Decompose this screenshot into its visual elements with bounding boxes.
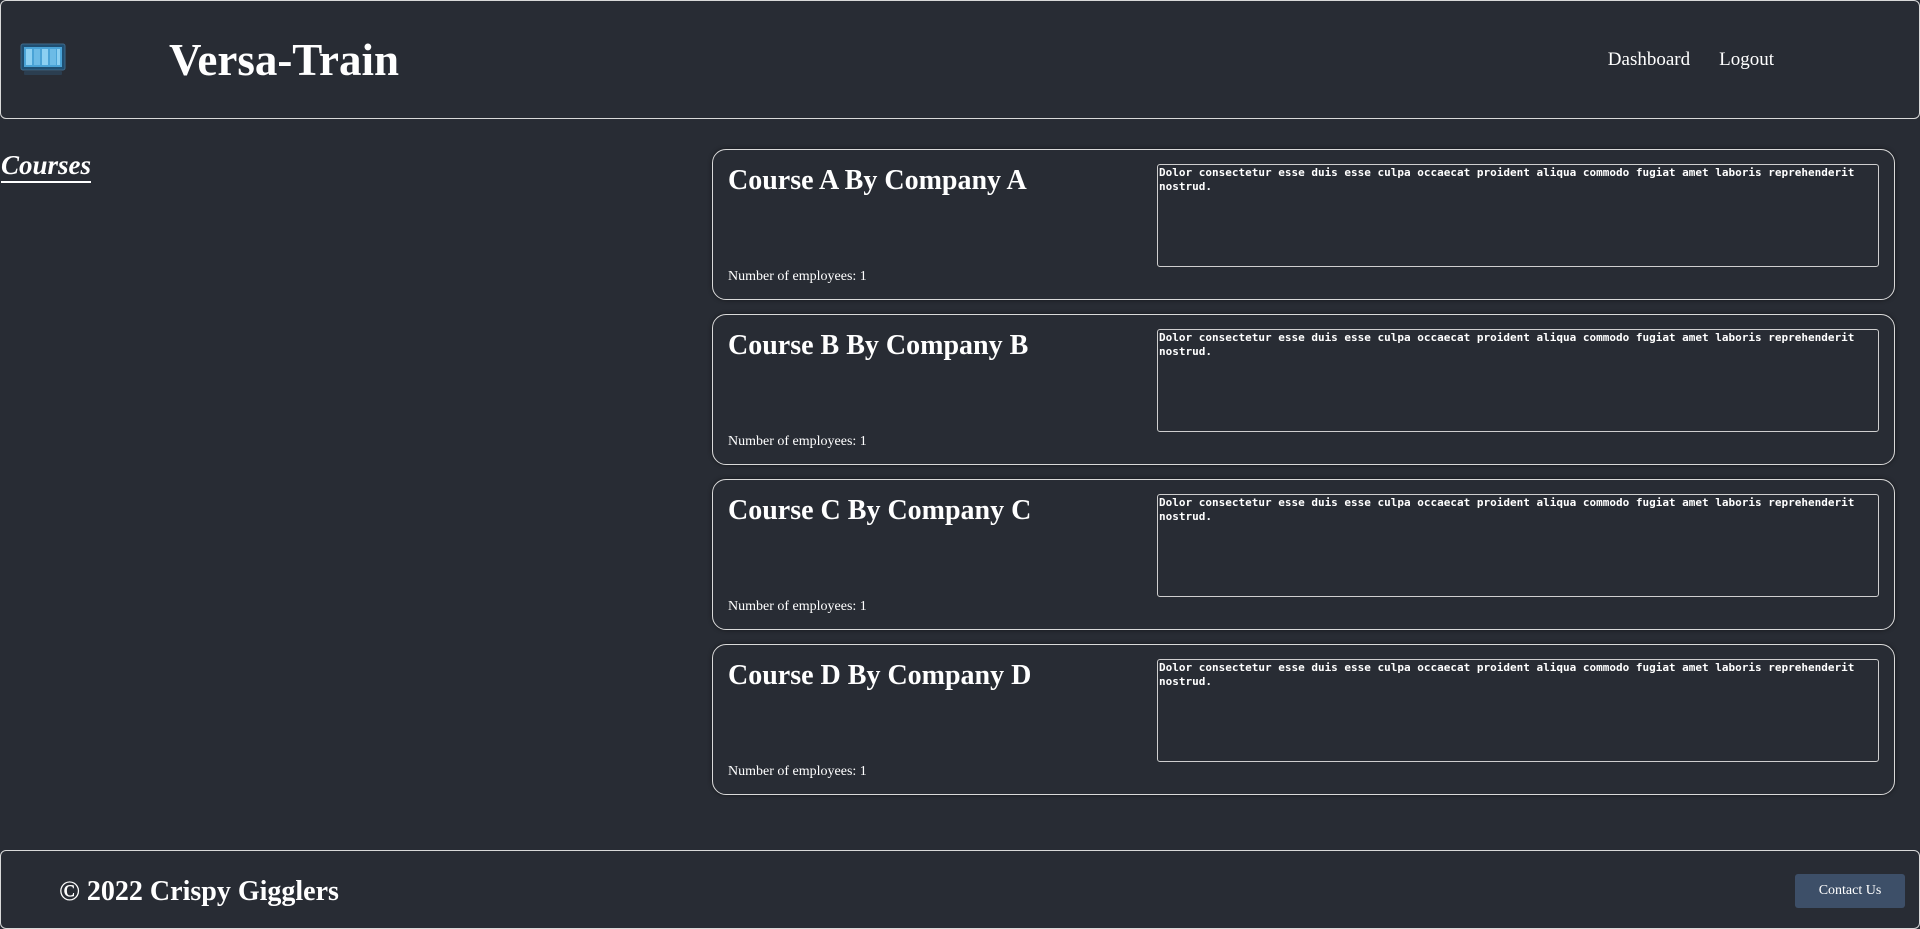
course-card[interactable]: Course C By Company C Number of employee… <box>712 479 1895 630</box>
course-card[interactable]: Course B By Company B Number of employee… <box>712 314 1895 465</box>
course-title: Course A By Company A <box>728 165 1027 196</box>
course-description-field[interactable]: Dolor consectetur esse duis esse culpa o… <box>1157 494 1879 597</box>
course-title: Course C By Company C <box>728 495 1032 526</box>
brand-title[interactable]: Versa-Train <box>169 35 399 85</box>
site-header: Versa-Train Dashboard Logout <box>0 0 1920 119</box>
contact-us-button[interactable]: Contact Us <box>1795 874 1905 908</box>
course-description-field[interactable]: Dolor consectetur esse duis esse culpa o… <box>1157 659 1879 762</box>
employee-count: Number of employees: 1 <box>728 599 867 614</box>
nav-dashboard-link[interactable]: Dashboard <box>1608 49 1690 71</box>
course-description-field[interactable]: Dolor consectetur esse duis esse culpa o… <box>1157 164 1879 267</box>
course-card[interactable]: Course A By Company A Number of employee… <box>712 149 1895 300</box>
employee-count: Number of employees: 1 <box>728 434 867 449</box>
employee-count: Number of employees: 1 <box>728 269 867 284</box>
monitor-logo-icon[interactable] <box>20 43 66 77</box>
course-title: Course D By Company D <box>728 660 1032 691</box>
copyright-text: © 2022 Crispy Gigglers <box>59 876 339 907</box>
course-title: Course B By Company B <box>728 330 1029 361</box>
site-footer: © 2022 Crispy Gigglers Contact Us <box>0 850 1920 929</box>
employee-count: Number of employees: 1 <box>728 764 867 779</box>
page-title: Courses <box>1 150 92 183</box>
nav-logout-link[interactable]: Logout <box>1719 49 1774 71</box>
course-card[interactable]: Course D By Company D Number of employee… <box>712 644 1895 795</box>
main-nav: Dashboard Logout <box>1608 49 1774 71</box>
course-list: Course A By Company A Number of employee… <box>712 149 1895 809</box>
course-description-field[interactable]: Dolor consectetur esse duis esse culpa o… <box>1157 329 1879 432</box>
